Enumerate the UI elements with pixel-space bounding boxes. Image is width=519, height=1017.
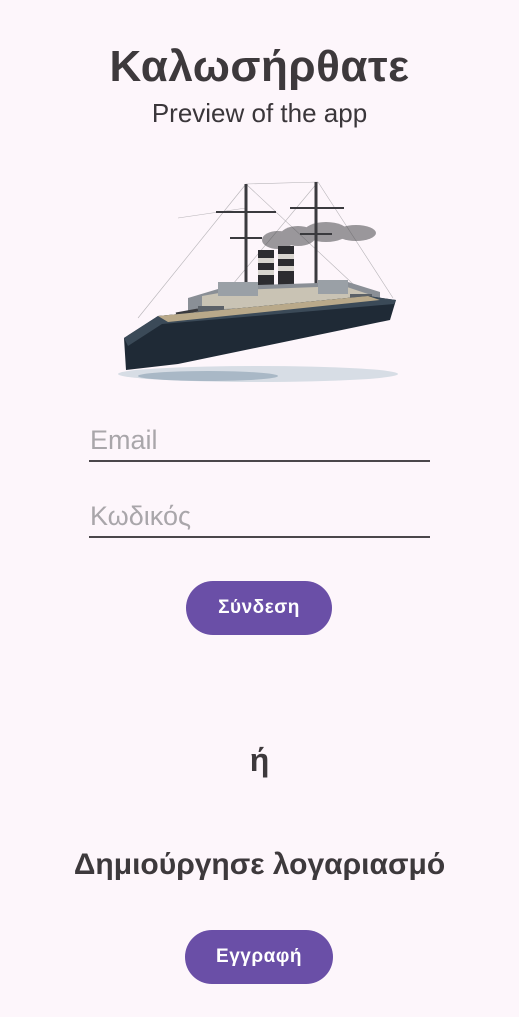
signup-button[interactable]: Εγγραφή [185, 930, 333, 984]
password-field[interactable] [89, 496, 430, 536]
battleship-image [118, 181, 398, 382]
login-button[interactable]: Σύνδεση [186, 581, 332, 635]
email-field[interactable] [89, 420, 430, 460]
welcome-screen: Καλωσήρθατε Preview of the app Email Σύν… [0, 0, 519, 1017]
create-account-prompt: Δημιούργησε λογαριασμό [73, 848, 446, 881]
password-field-container [89, 496, 430, 538]
page-subtitle: Preview of the app [151, 98, 368, 128]
or-divider-text: ή [249, 742, 270, 778]
page-title: Καλωσήρθατε [109, 42, 410, 91]
email-field-container [89, 420, 430, 462]
